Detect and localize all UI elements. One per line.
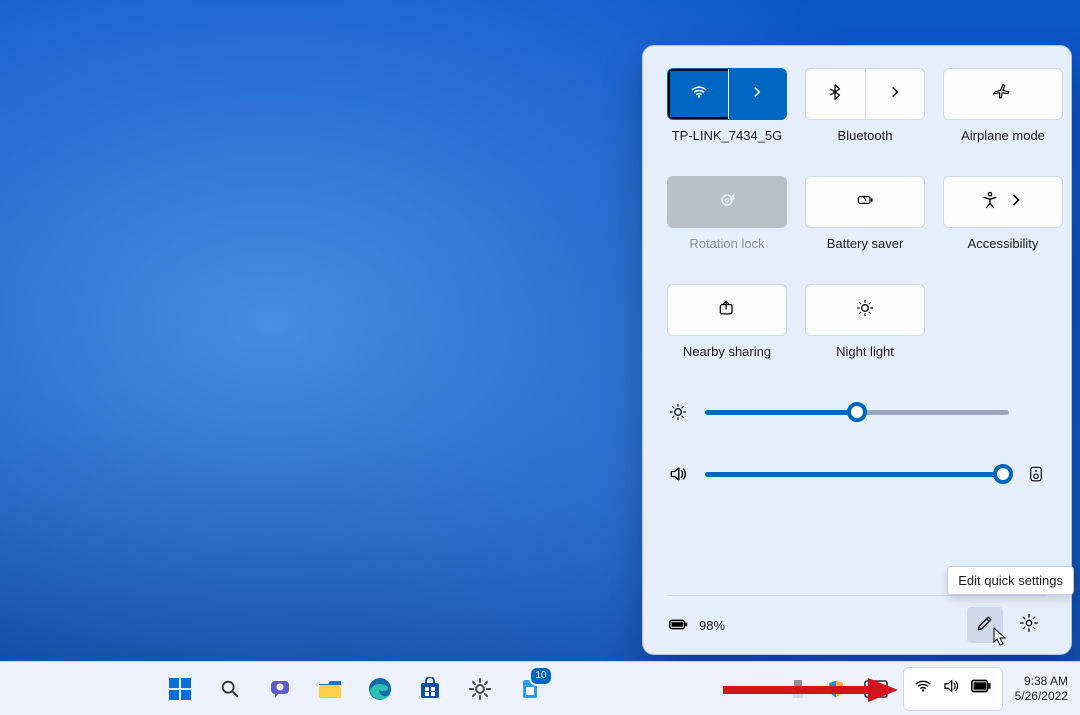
battery-status[interactable]: 98% <box>667 613 725 638</box>
edge-button[interactable] <box>360 669 400 709</box>
battery-saver-icon <box>855 190 875 215</box>
search-button[interactable] <box>210 669 250 709</box>
brightness-row <box>667 402 1047 422</box>
accessibility-icon <box>980 190 1000 215</box>
wifi-toggle-button[interactable] <box>668 69 728 119</box>
edit-quick-settings-button[interactable] <box>967 607 1003 643</box>
cursor-icon <box>993 627 1007 647</box>
airplane-toggle-button[interactable] <box>943 68 1063 120</box>
night-light-tile: Night light <box>805 284 925 372</box>
quick-settings-tiles: TP-LINK_7434_5G Bluetooth Airplane mode <box>667 68 1047 372</box>
rotation-lock-icon <box>717 190 737 215</box>
volume-slider[interactable] <box>705 464 1009 484</box>
battery-saver-label: Battery saver <box>827 236 904 251</box>
battery-saver-button[interactable] <box>805 176 925 228</box>
gear-icon <box>1019 613 1039 638</box>
bluetooth-toggle-button[interactable] <box>806 69 865 119</box>
wifi-icon <box>690 83 708 106</box>
settings-taskbar-button[interactable] <box>460 669 500 709</box>
brightness-icon <box>855 298 875 323</box>
battery-saver-tile: Battery saver <box>805 176 925 264</box>
night-light-button[interactable] <box>805 284 925 336</box>
chevron-right-icon <box>1006 190 1026 215</box>
bluetooth-icon <box>826 83 844 106</box>
nearby-sharing-button[interactable] <box>667 284 787 336</box>
wifi-tray-icon <box>914 677 932 700</box>
accessibility-button[interactable] <box>943 176 1063 228</box>
usb-tray-icon[interactable] <box>785 669 811 709</box>
rotation-lock-button <box>667 176 787 228</box>
system-tray-group[interactable] <box>903 667 1003 711</box>
speaker-icon <box>667 464 689 484</box>
rotation-lock-tile: Rotation lock <box>667 176 787 264</box>
security-tray-icon[interactable] <box>823 669 849 709</box>
file-explorer-button[interactable] <box>310 669 350 709</box>
chevron-right-icon <box>886 83 904 106</box>
volume-row <box>667 464 1047 484</box>
bluetooth-expand-button[interactable] <box>866 69 925 119</box>
app-badge: 10 <box>529 666 553 686</box>
airplane-label: Airplane mode <box>961 128 1045 143</box>
rotation-lock-label: Rotation lock <box>689 236 764 251</box>
bluetooth-split-button <box>805 68 925 120</box>
quick-settings-flyout: TP-LINK_7434_5G Bluetooth Airplane mode <box>642 45 1072 655</box>
wifi-expand-button[interactable] <box>729 69 787 119</box>
brightness-icon <box>667 402 689 422</box>
touch-keyboard-button[interactable] <box>861 669 891 709</box>
quick-settings-footer: 98% <box>667 595 1047 654</box>
wifi-label: TP-LINK_7434_5G <box>672 128 783 143</box>
airplane-tile: Airplane mode <box>943 68 1063 156</box>
nearby-sharing-label: Nearby sharing <box>683 344 771 359</box>
battery-pct: 98% <box>699 618 725 633</box>
all-settings-button[interactable] <box>1011 607 1047 643</box>
nearby-sharing-tile: Nearby sharing <box>667 284 787 372</box>
edit-quick-settings-tooltip: Edit quick settings <box>947 566 1074 595</box>
share-icon <box>717 298 737 323</box>
chevron-right-icon <box>748 83 766 106</box>
accessibility-tile: Accessibility <box>943 176 1063 264</box>
chat-button[interactable] <box>260 669 300 709</box>
wifi-tile: TP-LINK_7434_5G <box>667 68 787 156</box>
clock-time: 9:38 AM <box>1024 674 1068 689</box>
quick-settings-sliders <box>667 402 1047 484</box>
taskbar-right: 9:38 AM 5/26/2022 <box>785 667 1074 711</box>
night-light-label: Night light <box>836 344 894 359</box>
bluetooth-label: Bluetooth <box>838 128 893 143</box>
accessibility-label: Accessibility <box>968 236 1039 251</box>
start-button[interactable] <box>160 669 200 709</box>
pencil-icon <box>975 613 995 638</box>
clock-date: 5/26/2022 <box>1015 689 1068 704</box>
bluetooth-tile: Bluetooth <box>805 68 925 156</box>
brightness-slider[interactable] <box>705 402 1009 422</box>
audio-output-button[interactable] <box>1025 465 1047 483</box>
taskbar: 10 9:38 AM 5/26/2022 <box>0 661 1080 715</box>
airplane-icon <box>993 82 1013 107</box>
taskbar-clock[interactable]: 9:38 AM 5/26/2022 <box>1015 674 1068 704</box>
battery-icon <box>667 613 689 638</box>
battery-tray-icon <box>970 677 992 700</box>
wifi-split-button <box>667 68 787 120</box>
taskbar-center: 10 <box>160 669 550 709</box>
ms-store-button[interactable] <box>410 669 450 709</box>
pinned-app-button[interactable]: 10 <box>510 669 550 709</box>
volume-tray-icon <box>942 677 960 700</box>
